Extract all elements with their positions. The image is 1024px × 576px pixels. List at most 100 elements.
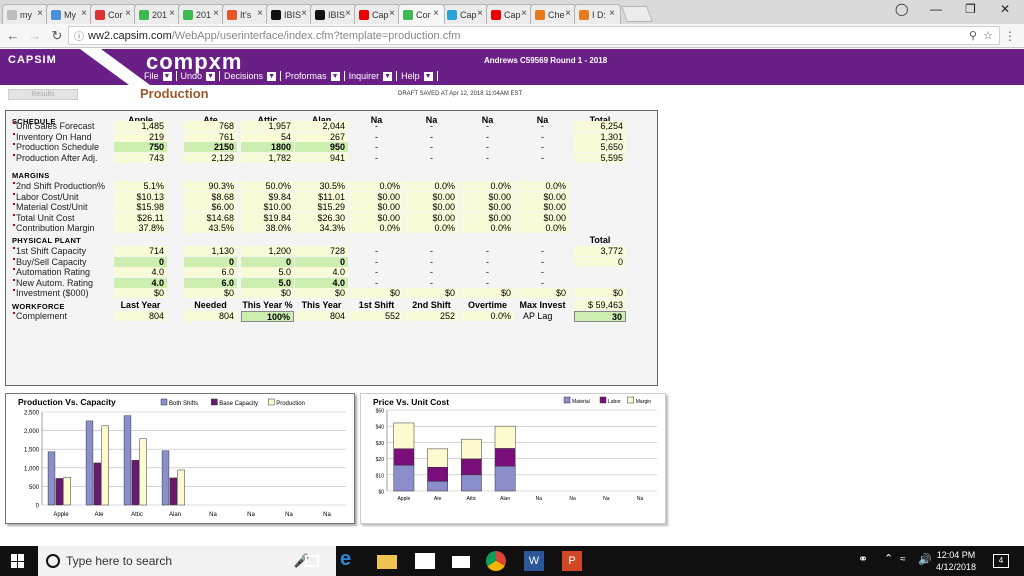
tab-close-icon[interactable]: × <box>433 8 439 19</box>
menu-item[interactable]: Inquirer ▼ <box>345 71 398 81</box>
browser-tab[interactable]: IBIS × <box>266 4 313 24</box>
bookmark-star-icon[interactable]: ☆ <box>983 29 993 42</box>
browser-tab[interactable]: 201 × <box>178 4 225 24</box>
browser-tab[interactable]: I D: × <box>574 4 621 24</box>
results-button[interactable]: Results <box>8 89 78 100</box>
back-icon[interactable]: ← <box>4 28 22 43</box>
chart-title: Price Vs. Unit Cost <box>373 397 449 407</box>
input-cell[interactable]: 0 <box>184 256 237 267</box>
new-tab-button[interactable] <box>621 6 653 22</box>
browser-tab[interactable]: my × <box>2 4 49 24</box>
tab-close-icon[interactable]: × <box>389 8 395 19</box>
input-cell[interactable]: 0 <box>295 256 348 267</box>
browser-tab[interactable]: Cor × <box>90 4 137 24</box>
restore-icon[interactable]: ❐ <box>965 2 976 16</box>
input-cell[interactable]: 950 <box>295 142 348 152</box>
url-input[interactable]: ⓘ ww2.capsim.com /WebApp/userinterface/i… <box>68 26 1000 45</box>
minimize-icon[interactable]: — <box>930 2 942 16</box>
this-year-percent-input[interactable]: 100% <box>241 311 294 322</box>
row-label: Buy/Sell Capacity <box>13 257 121 267</box>
chrome-icon[interactable] <box>486 551 506 571</box>
browser-tab[interactable]: Cor × <box>398 4 445 24</box>
value-cell: - <box>430 131 433 142</box>
edge-icon[interactable]: e <box>340 548 360 570</box>
windows-start-icon[interactable] <box>11 554 25 568</box>
input-cell[interactable]: 750 <box>114 142 167 152</box>
store-icon[interactable] <box>415 553 435 569</box>
browser-tab[interactable]: IBIS × <box>310 4 357 24</box>
close-window-icon[interactable]: ✕ <box>1000 2 1010 16</box>
bar <box>85 420 94 506</box>
input-cell[interactable]: 0 <box>241 256 294 267</box>
value-cell: 714 <box>114 246 167 256</box>
tab-close-icon[interactable]: × <box>213 8 219 19</box>
tab-close-icon[interactable]: × <box>257 8 263 19</box>
reload-icon[interactable]: ↻ <box>48 28 66 44</box>
value-cell: $0 <box>350 288 403 298</box>
value-cell: $0.00 <box>516 212 569 223</box>
action-center-icon[interactable]: 4 <box>993 554 1009 568</box>
input-cell[interactable]: 0 <box>114 256 167 267</box>
y-tick-label: 500 <box>29 485 40 491</box>
input-cell[interactable]: 2150 <box>184 142 237 152</box>
browser-tab[interactable]: Cap × <box>442 4 489 24</box>
total-cell: 6,254 <box>574 121 626 131</box>
tab-close-icon[interactable]: × <box>169 8 175 19</box>
browser-tab[interactable]: Che × <box>530 4 577 24</box>
browser-tab[interactable]: Cap × <box>486 4 533 24</box>
menu-item[interactable]: File ▼ <box>140 71 177 81</box>
value-cell: 0.0% <box>461 223 514 233</box>
tab-close-icon[interactable]: × <box>521 8 527 19</box>
forward-icon[interactable]: → <box>26 28 44 43</box>
browser-tab[interactable]: Cap × <box>354 4 401 24</box>
tab-close-icon[interactable]: × <box>609 8 615 19</box>
y-tick-label: 1,500 <box>24 448 40 454</box>
menu-item[interactable]: Proformas ▼ <box>281 71 345 81</box>
price-vs-unit-cost-svg: Price Vs. Unit Cost Material Labor Margin $0… <box>373 396 657 502</box>
browser-tab[interactable]: My × <box>46 4 93 24</box>
menu-item[interactable]: Help ▼ <box>397 71 438 81</box>
value-cell: 267 <box>295 131 348 142</box>
volume-icon[interactable]: 🔊 <box>918 553 938 573</box>
browser-tab[interactable]: 201 × <box>134 4 181 24</box>
mail-icon[interactable] <box>452 556 470 568</box>
y-tick-label: $20 <box>376 457 385 463</box>
input-cell[interactable]: 6.0 <box>184 277 237 288</box>
tab-close-icon[interactable]: × <box>301 8 307 19</box>
zoom-icon[interactable]: ⚲ <box>969 29 977 42</box>
powerpoint-icon[interactable]: P <box>562 551 582 571</box>
input-cell[interactable]: 4.0 <box>295 277 348 288</box>
wifi-icon[interactable]: ≈ <box>900 554 920 574</box>
menu-item[interactable]: Decisions ▼ <box>220 71 282 81</box>
tab-close-icon[interactable]: × <box>565 8 571 19</box>
tab-close-icon[interactable]: × <box>345 8 351 19</box>
input-cell[interactable]: 1800 <box>241 142 294 152</box>
system-clock[interactable]: 12:04 PM 4/12/2018 <box>936 549 976 573</box>
chevron-down-icon: ▼ <box>330 71 340 81</box>
workforce-value: 804 <box>184 311 237 321</box>
people-icon[interactable]: ⚭ <box>858 552 878 572</box>
input-cell[interactable]: 5.0 <box>241 277 294 288</box>
profile-icon[interactable]: ◯ <box>895 2 908 16</box>
chevron-down-icon: ▼ <box>206 71 216 81</box>
y-tick-label: 2,500 <box>24 411 40 417</box>
tab-close-icon[interactable]: × <box>477 8 483 19</box>
workforce-header: This Year <box>301 300 342 310</box>
file-explorer-icon[interactable] <box>377 555 397 569</box>
taskbar-search-box[interactable]: Type here to search 🎤 <box>38 546 336 576</box>
input-cell[interactable]: 4.0 <box>114 277 167 288</box>
production-spreadsheet: Apple Ate Attic Alan Na Na Na Na Total SCHEDULE Un… <box>5 110 658 386</box>
menu-kebab-icon[interactable]: ⋮ <box>1004 29 1016 43</box>
browser-tab[interactable]: It's × <box>222 4 269 24</box>
tab-close-icon[interactable]: × <box>125 8 131 19</box>
value-cell: 2,044 <box>295 121 348 131</box>
task-view-icon[interactable] <box>305 555 319 567</box>
y-tick-label: $30 <box>376 441 385 447</box>
ap-lag-input[interactable]: 30 <box>574 311 626 322</box>
word-icon[interactable]: W <box>524 551 544 571</box>
tab-close-icon[interactable]: × <box>37 8 43 19</box>
x-tick-label: Na <box>569 496 576 502</box>
menu-item[interactable]: Undo ▼ <box>177 71 221 81</box>
info-icon[interactable]: ⓘ <box>74 28 84 43</box>
tab-close-icon[interactable]: × <box>81 8 87 19</box>
